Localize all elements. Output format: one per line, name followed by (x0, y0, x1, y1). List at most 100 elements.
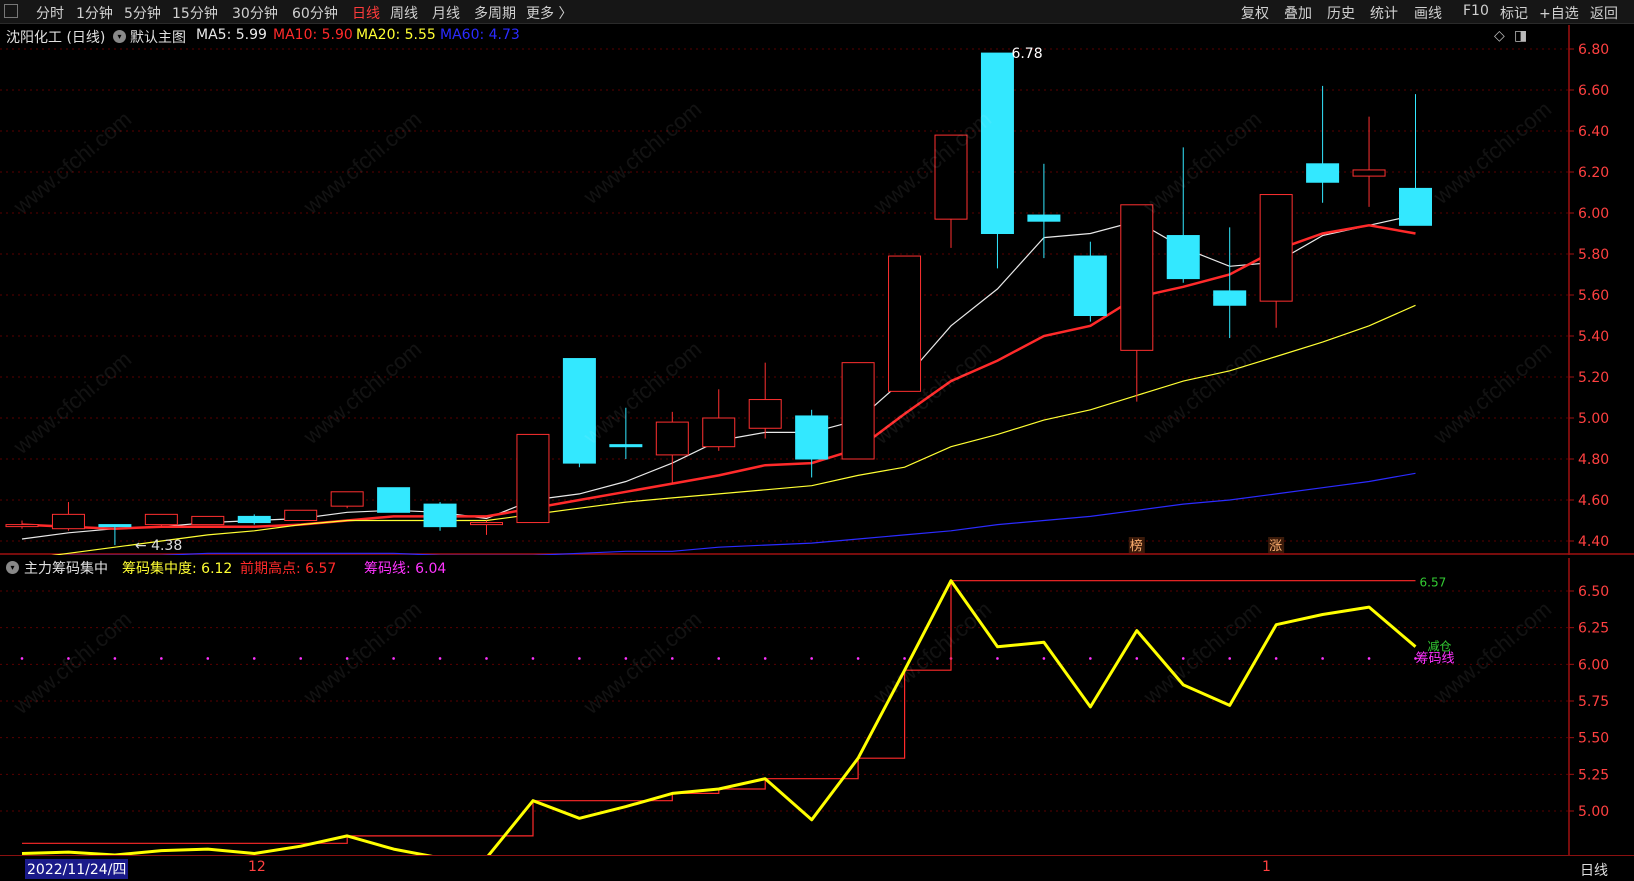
toolbar-action-0[interactable]: 复权 (1241, 3, 1269, 23)
event-marker[interactable]: 榜 (1128, 537, 1145, 554)
toolbar-action-5[interactable]: F10 (1463, 3, 1489, 19)
candle-body (191, 515, 225, 526)
chip-line-dot (856, 657, 860, 660)
candle[interactable] (377, 487, 411, 513)
candle[interactable] (1213, 227, 1247, 339)
ma-line-ma60 (63, 472, 1416, 555)
period-tab-8[interactable]: 月线 (432, 3, 460, 23)
candle-body (1352, 169, 1386, 177)
candle[interactable] (237, 514, 271, 525)
toolbar-action-4[interactable]: 画线 (1414, 3, 1442, 23)
candle[interactable] (980, 52, 1014, 269)
candle[interactable] (1306, 85, 1340, 203)
candle-body (888, 255, 922, 392)
candle-body (5, 524, 39, 528)
toolbar-action-8[interactable]: 返回 (1590, 3, 1618, 23)
candle[interactable] (1259, 194, 1293, 328)
candlestick-chart[interactable]: 6.78 ← 4.38 榜 涨 (0, 25, 1568, 555)
period-tab-9[interactable]: 多周期 (474, 3, 516, 23)
chip-line-dot (485, 657, 488, 660)
chip-line-dot (392, 657, 395, 660)
candle[interactable] (330, 491, 364, 509)
candle[interactable] (1399, 94, 1432, 226)
candle[interactable] (1166, 147, 1200, 283)
period-tab-10[interactable]: 更多 〉 (526, 3, 572, 23)
toolbar-action-2[interactable]: 历史 (1327, 3, 1355, 23)
chip-line-dot (20, 657, 24, 660)
period-tab-4[interactable]: 30分钟 (232, 3, 278, 23)
toolbar-action-1[interactable]: 叠加 (1284, 3, 1312, 23)
date-bar: 2022/11/24/四 12 1 日线 (0, 855, 1634, 881)
toolbar-action-3[interactable]: 统计 (1370, 3, 1398, 23)
candle-body (1073, 255, 1107, 317)
candle-body (144, 513, 178, 526)
chip-line-dot (345, 657, 349, 660)
candle[interactable] (1027, 163, 1061, 259)
chip-line-dot (578, 657, 581, 660)
candle-body (934, 134, 968, 220)
candle[interactable] (841, 362, 875, 460)
chip-line-dot (717, 657, 721, 660)
price-tick-label: 5.00 (1578, 411, 1609, 427)
candle-body (702, 417, 736, 448)
event-marker[interactable]: 涨 (1268, 537, 1285, 554)
candle[interactable] (1120, 204, 1154, 402)
indicator-tick-label: 5.00 (1578, 804, 1609, 820)
price-tick-label: 4.60 (1578, 493, 1609, 509)
indicator-axis: 6.50 6.25 6.00 5.75 5.50 5.25 5.00 (1568, 558, 1609, 855)
candle-body (98, 524, 132, 528)
candle[interactable] (1352, 116, 1386, 207)
candle[interactable] (5, 520, 39, 529)
price-tick-label: 6.40 (1578, 124, 1609, 140)
candle[interactable] (51, 502, 85, 531)
period-tab-5[interactable]: 60分钟 (292, 3, 338, 23)
chip-line-dot (113, 657, 117, 660)
candle[interactable] (655, 411, 689, 484)
high-annotation: 6.78 (1011, 46, 1042, 62)
candle-body (51, 513, 85, 530)
candle[interactable] (191, 515, 225, 526)
candle-body (841, 362, 875, 460)
period-tab-1[interactable]: 1分钟 (76, 3, 113, 23)
candle[interactable] (144, 513, 178, 527)
price-tick-label: 5.80 (1578, 247, 1609, 263)
period-label[interactable]: 日线 (1580, 860, 1608, 880)
candle[interactable] (284, 509, 318, 521)
candle[interactable] (516, 433, 550, 524)
candle[interactable] (609, 407, 643, 459)
toolbar-selector-icon[interactable] (4, 4, 18, 18)
candle[interactable] (934, 134, 968, 248)
period-tab-3[interactable]: 15分钟 (172, 3, 218, 23)
period-tab-6[interactable]: 日线 (352, 3, 380, 23)
candle[interactable] (1073, 241, 1107, 322)
price-tick-label: 4.80 (1578, 452, 1609, 468)
candle[interactable] (562, 358, 596, 468)
candle[interactable] (423, 502, 457, 531)
candle-body (980, 52, 1014, 234)
candle-body (470, 522, 503, 526)
main-price-axis: 6.80 6.60 6.40 6.20 6.00 5.80 5.60 5.40 5.20 5.00… (1568, 25, 1634, 555)
period-tab-0[interactable]: 分时 (36, 3, 64, 23)
chip-indicator-chart[interactable]: 6.57减仓筹码线 (0, 558, 1568, 855)
price-tick-label: 5.40 (1578, 329, 1609, 345)
price-tick-label: 6.60 (1578, 83, 1609, 99)
chip-line-tag: 筹码线 (1416, 650, 1455, 666)
candle-body (748, 399, 782, 429)
candle[interactable] (702, 389, 736, 451)
indicator-tick-label: 6.50 (1578, 584, 1609, 600)
candle-body (1166, 235, 1200, 280)
candle[interactable] (748, 362, 782, 439)
toolbar-action-7[interactable]: +自选 (1539, 3, 1579, 23)
period-tab-7[interactable]: 周线 (390, 3, 418, 23)
candle[interactable] (795, 409, 829, 478)
prior-high-line (22, 580, 1416, 844)
toolbar-action-6[interactable]: 标记 (1500, 3, 1528, 23)
candle[interactable] (470, 520, 503, 535)
period-tab-2[interactable]: 5分钟 (124, 3, 161, 23)
candle-body (284, 509, 318, 521)
candle[interactable] (888, 255, 922, 392)
chip-line-dot (763, 657, 767, 660)
chip-line-dot (299, 657, 303, 660)
month-mark-12: 12 (248, 859, 266, 875)
indicator-tick-label: 5.25 (1578, 767, 1609, 783)
